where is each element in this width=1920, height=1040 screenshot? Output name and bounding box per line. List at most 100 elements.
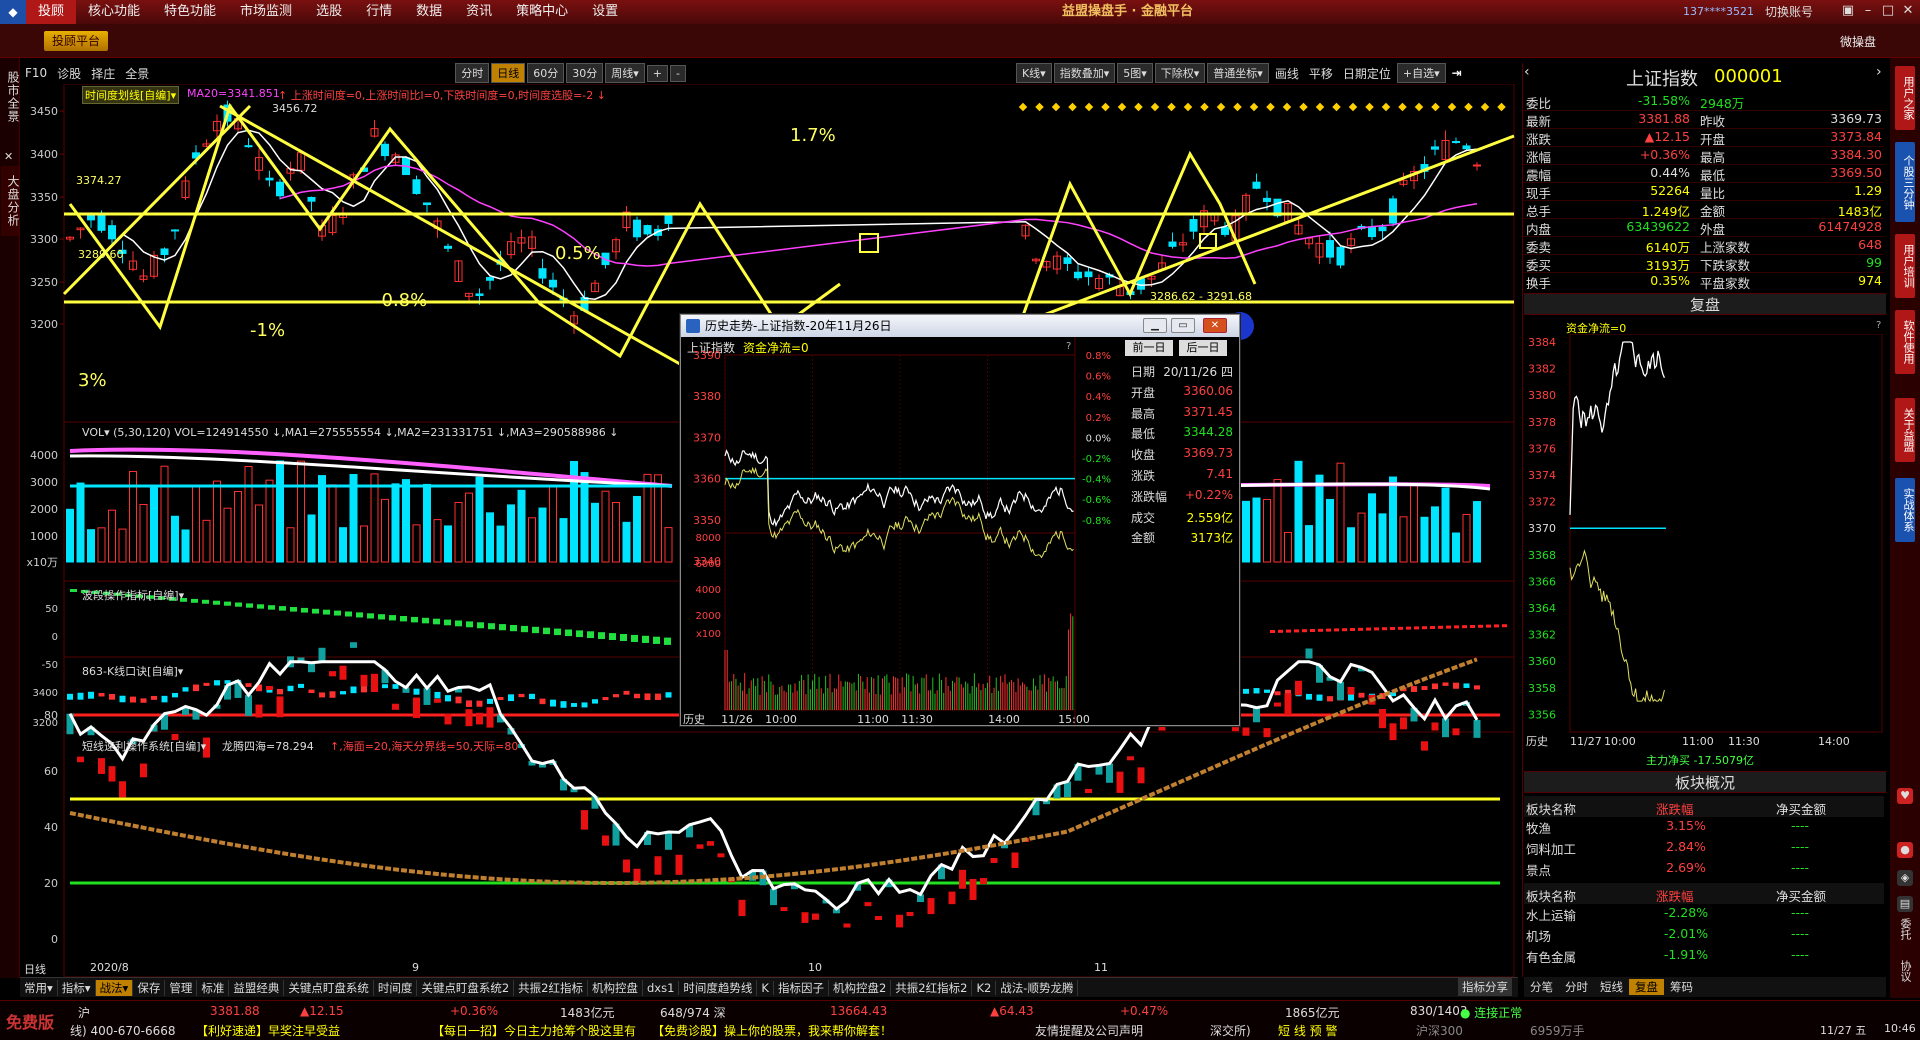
menu-item-data[interactable]: 数据 [404, 0, 454, 24]
close-tab-icon[interactable]: ✕ [4, 150, 13, 163]
indicator-tab[interactable]: 益盟经典 [229, 979, 285, 996]
collapse-panel-icon[interactable]: ⇥ [1447, 66, 1467, 80]
protocol-link[interactable]: 协议 [1897, 960, 1913, 982]
vol-header[interactable]: VOL▾ (5,30,120) VOL=124914550 ↓,MA1=2755… [82, 426, 619, 439]
recommend-icon[interactable]: ♥ [1897, 788, 1913, 804]
indicator-tab[interactable]: 关键点盯盘系统 [284, 979, 374, 996]
indicator-share-button[interactable]: 指标分享 [1458, 978, 1512, 996]
tab-practice-system[interactable]: 实战体系 [1895, 478, 1915, 542]
minimize-icon[interactable]: – [1860, 3, 1876, 19]
indicator-tab[interactable]: 标准 [197, 979, 230, 996]
rp-tab[interactable]: 筹码 [1664, 979, 1699, 995]
tab-market-analysis[interactable]: 大盘分析 [1, 166, 20, 236]
indicator-tab[interactable]: dxs1 [643, 980, 680, 995]
dialog-minimize-button[interactable]: ▁ [1143, 318, 1167, 333]
ticker-news-item[interactable]: 【免费诊股】操上你的股票，我来帮你解套！ [652, 1022, 892, 1038]
ticker-news-item[interactable]: 深交所) [1210, 1022, 1251, 1038]
tab-user-home[interactable]: 用户之家 [1895, 66, 1915, 130]
indicator-tab[interactable]: 指标▾ [58, 979, 96, 996]
pan-button[interactable]: 平移 [1304, 65, 1338, 82]
ticker-news-item[interactable]: 6959万手 [1530, 1022, 1585, 1038]
fupan-header[interactable]: 复盘 [1524, 293, 1886, 315]
menu-item-news[interactable]: 资讯 [454, 0, 504, 24]
menu-item-feature[interactable]: 特色功能 [152, 0, 228, 24]
draw-line-button[interactable]: 画线 [1270, 65, 1304, 82]
f10-button[interactable]: F10 [20, 66, 52, 80]
indicator-tab[interactable]: 机构控盘 [588, 979, 643, 996]
sector-name[interactable]: 水上运输 [1526, 905, 1576, 924]
rp-tab[interactable]: 分时 [1559, 979, 1594, 995]
indicator-tab[interactable]: 时间度趋势线 [679, 979, 758, 996]
menu-item-core[interactable]: 核心功能 [76, 0, 152, 24]
entrust-link[interactable]: 委托 [1897, 918, 1913, 940]
wave-indicator-header[interactable]: 波段操作指标[自编]▾ [82, 587, 184, 603]
sector-name[interactable]: 饲料加工 [1526, 839, 1576, 858]
k863-indicator-header[interactable]: 863-K线口诀[自编]▾ [82, 663, 183, 679]
indicator-tab[interactable]: 指标因子 [774, 979, 829, 996]
sector-name[interactable]: 景点 [1526, 860, 1551, 879]
indicator-tab[interactable]: 关键点盯盘系统2 [417, 979, 515, 996]
indicator-tab[interactable]: 战法▾ [95, 979, 134, 996]
diagnose-button[interactable]: 诊股 [52, 65, 86, 82]
ticker-news-item[interactable]: 【每日一招】今日主力抢筹个股这里有 [432, 1022, 636, 1038]
tab-user-training[interactable]: 用户培训 [1895, 234, 1915, 298]
menu-item-tougu[interactable]: 投顾 [26, 0, 77, 24]
sector-name[interactable]: 机场 [1526, 926, 1551, 945]
period-timeshare[interactable]: 分时 [455, 63, 490, 83]
mouse-icon[interactable]: ◈ [1897, 870, 1913, 886]
dialog-close-button[interactable]: ✕ [1203, 318, 1227, 333]
menu-item-strategy[interactable]: 策略中心 [504, 0, 580, 24]
menu-item-monitor[interactable]: 市场监测 [228, 0, 304, 24]
dialog-maximize-button[interactable]: ▭ [1171, 318, 1195, 333]
five-charts-dropdown[interactable]: 5图▾ [1117, 63, 1153, 83]
tab-about[interactable]: 关于益盟 [1895, 398, 1915, 462]
tab-stock-3min[interactable]: 个股三分钟 [1895, 142, 1915, 222]
kline-dropdown[interactable]: K线▾ [1015, 63, 1052, 83]
ticker-news-item[interactable]: 线) 400-670-6668 [70, 1022, 176, 1038]
lock-icon[interactable]: ▤ [1897, 896, 1913, 912]
tab-software-usage[interactable]: 软件使用 [1895, 310, 1915, 374]
zoom-in-button[interactable]: + [646, 64, 668, 82]
close-icon[interactable]: ✕ [1900, 3, 1916, 19]
sector-name[interactable]: 牧渔 [1526, 818, 1551, 837]
indicator-tab[interactable]: 共振2红指标 [514, 979, 588, 996]
sector-name[interactable]: 有色金属 [1526, 947, 1576, 966]
history-trend-dialog[interactable]: 历史走势-上证指数-20年11月26日 ▁ ▭ ✕ 上证指数 资金净流=0 ? … [680, 314, 1240, 726]
ticker-news-item[interactable]: 【利好速递】早奖注早受益 [196, 1022, 340, 1038]
switch-account-link[interactable]: 切换账号 [1765, 0, 1813, 24]
account-id[interactable]: 137****3521 [1683, 0, 1754, 24]
index-overlay-dropdown[interactable]: 指数叠加▾ [1053, 63, 1116, 83]
wei-caopan-link[interactable]: 微操盘 [1840, 33, 1876, 50]
prev-stock-icon[interactable]: ‹ [1524, 64, 1538, 80]
period-weekly[interactable]: 周线▾ [605, 63, 645, 83]
period-60min[interactable]: 60分 [527, 63, 565, 83]
indicator-tab[interactable]: K [757, 980, 774, 995]
rp-tab[interactable]: 分笔 [1524, 979, 1559, 995]
main-indicator-select[interactable]: 时间度划线[自编]▾ [82, 86, 180, 104]
indicator-tab[interactable]: 保存 [133, 979, 166, 996]
indicator-tab[interactable]: 共振2红指标2 [891, 979, 973, 996]
zoom-out-button[interactable]: - [669, 64, 686, 82]
ticker-news-item[interactable]: 沪深300 [1416, 1022, 1463, 1038]
tab-market-overview[interactable]: 股市全景 [1, 62, 20, 132]
skin-icon[interactable]: ▣ [1840, 3, 1856, 19]
next-stock-icon[interactable]: › [1876, 64, 1890, 80]
tougu-platform-button[interactable]: 投顾平台 [44, 31, 109, 51]
ticker-news-item[interactable]: 友情提醒及公司声明 [1035, 1022, 1143, 1038]
rp-tab[interactable]: 复盘 [1629, 979, 1664, 995]
indicator-tab[interactable]: 战法-顺势龙腾 [996, 979, 1079, 996]
menu-item-quotes[interactable]: 行情 [354, 0, 404, 24]
zezhuang-button[interactable]: 择庄 [86, 65, 120, 82]
coordinate-dropdown[interactable]: 普通坐标▾ [1207, 63, 1269, 83]
date-locate-button[interactable]: 日期定位 [1338, 65, 1396, 82]
indicator-tab[interactable]: 常用▾ [20, 979, 58, 996]
indicator-tab[interactable]: 机构控盘2 [829, 979, 892, 996]
menu-item-stock-pick[interactable]: 选股 [304, 0, 354, 24]
indicator-tab[interactable]: 管理 [165, 979, 198, 996]
alert-icon[interactable]: ● [1897, 842, 1913, 858]
maximize-icon[interactable]: □ [1880, 3, 1896, 19]
mini-help-icon[interactable]: ? [1876, 320, 1881, 331]
ex-rights-dropdown[interactable]: 下除权▾ [1154, 63, 1206, 83]
indicator-tab[interactable]: K2 [972, 980, 997, 995]
menu-item-settings[interactable]: 设置 [580, 0, 630, 24]
